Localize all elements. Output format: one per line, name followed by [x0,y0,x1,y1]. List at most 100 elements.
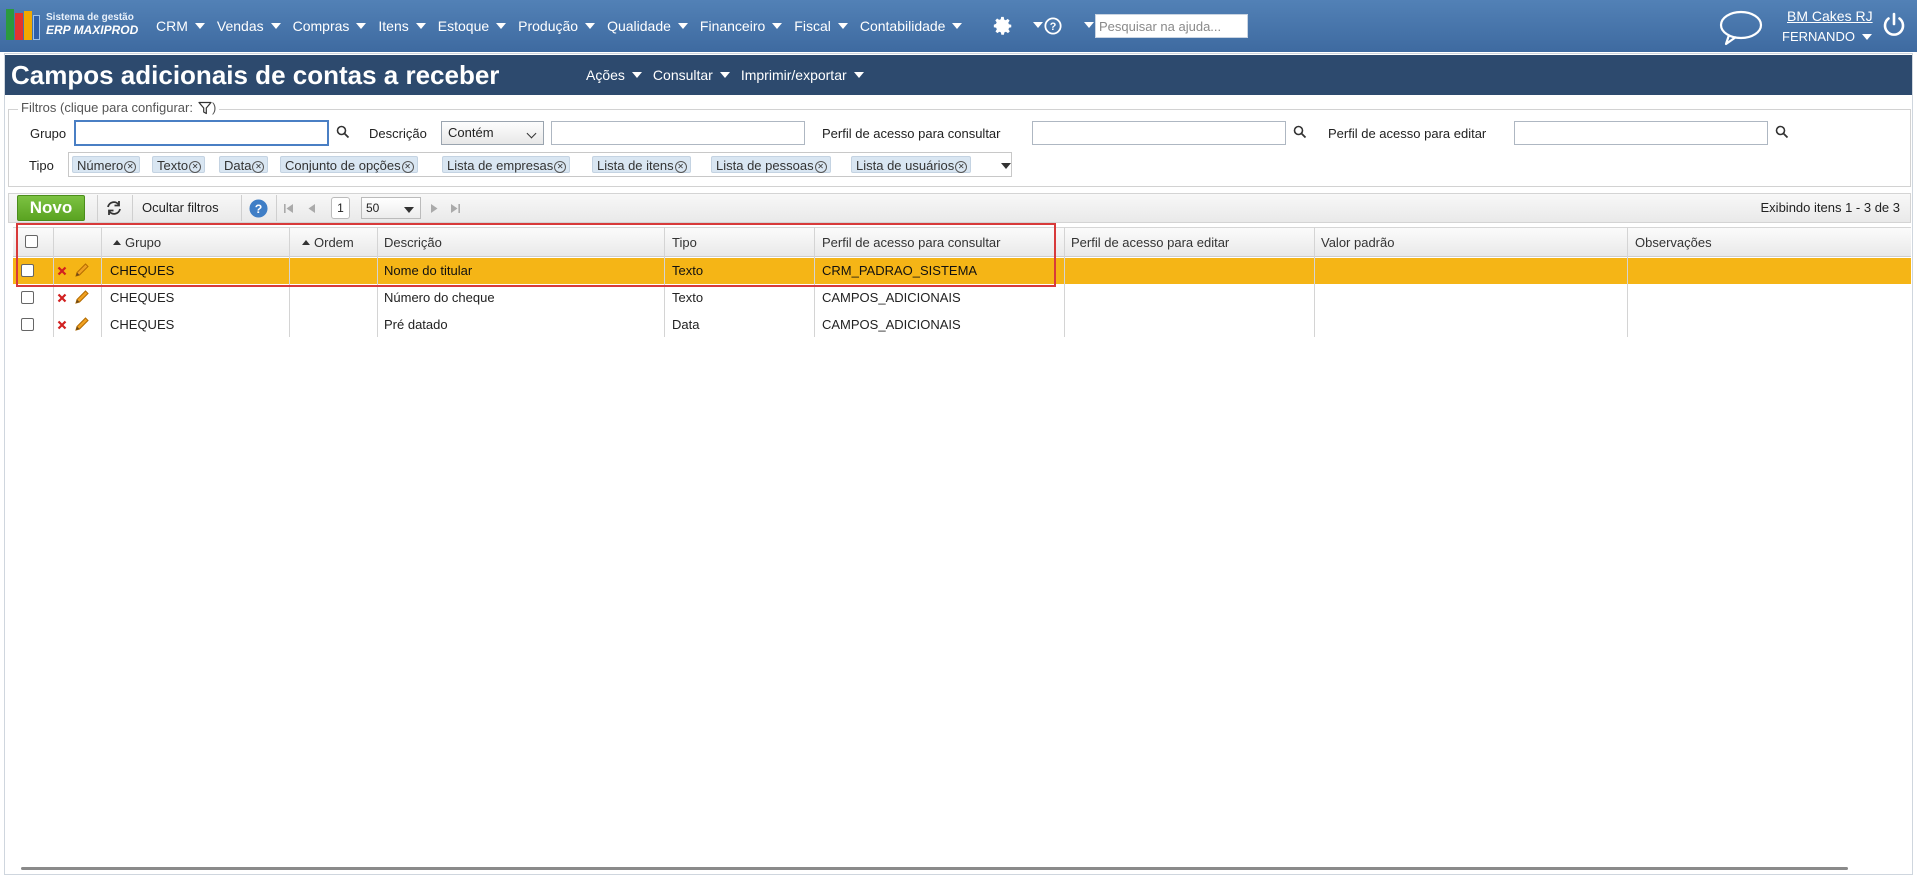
page-title-bar: Campos adicionais de contas a receber Aç… [5,55,1912,95]
page-size-select[interactable]: 50 [361,197,421,219]
new-button[interactable]: Novo [17,195,85,221]
grupo-input[interactable] [74,120,329,146]
column-divider [1064,227,1065,337]
menu-contabilidade[interactable]: Contabilidade [860,18,963,34]
remove-tag-icon[interactable]: ✕ [252,161,265,173]
tipo-dropdown-icon[interactable] [1001,163,1011,169]
tag-lista-pessoas[interactable]: Lista de pessoas ✕ [711,156,831,173]
help-icon[interactable]: ? [249,199,268,218]
tag-data[interactable]: Data ✕ [219,156,269,173]
filters-legend[interactable]: Filtros (clique para configurar: ) [18,100,220,115]
menu-imprimir-exportar[interactable]: Imprimir/exportar [741,67,864,83]
caret-down-icon [585,23,596,29]
descricao-operator-select[interactable]: Contém [441,121,544,145]
tag-label: Lista de usuários [856,158,955,173]
sort-ascending-icon [302,240,310,245]
menu-vendas[interactable]: Vendas [217,18,281,34]
menu-financeiro[interactable]: Financeiro [700,18,783,34]
next-page-icon[interactable] [429,203,440,214]
perfil-editar-input[interactable] [1514,121,1768,145]
horizontal-scrollbar[interactable] [21,867,1848,870]
remove-tag-icon[interactable]: ✕ [674,161,687,173]
logo-text[interactable]: Sistema de gestão ERP MAXIPROD [46,11,138,37]
pencil-icon[interactable] [74,316,90,332]
filters-legend-text: Filtros (clique para configurar: [21,100,193,115]
help-caret-icon[interactable] [1084,22,1094,28]
menu-label: Consultar [652,67,713,83]
descricao-operator-value: Contém [448,125,494,140]
delete-icon[interactable] [57,320,67,330]
remove-tag-icon[interactable]: ✕ [955,161,968,173]
tag-texto[interactable]: Texto ✕ [152,156,206,173]
pencil-icon[interactable] [74,289,90,305]
user-menu[interactable]: FERNANDO [1782,29,1872,44]
cell-perfil-consultar: CAMPOS_ADICIONAIS [822,290,961,305]
question-circle-icon[interactable]: ? [1044,17,1062,35]
remove-tag-icon[interactable]: ✕ [124,161,137,173]
tag-lista-itens[interactable]: Lista de itens ✕ [592,156,691,173]
menu-crm[interactable]: CRM [156,18,205,34]
settings-caret-icon[interactable] [1033,22,1043,28]
hide-filters-button[interactable]: Ocultar filtros [142,200,219,215]
col-tipo[interactable]: Tipo [672,228,697,257]
tag-lista-usuarios[interactable]: Lista de usuários ✕ [851,156,972,173]
remove-tag-icon[interactable]: ✕ [189,161,202,173]
toolbar-divider [276,195,277,221]
col-perfil-editar[interactable]: Perfil de acesso para editar [1071,228,1229,257]
menu-itens[interactable]: Itens [378,18,426,34]
descricao-input[interactable] [551,121,805,145]
col-ordem[interactable]: Ordem [302,228,354,257]
help-search-input[interactable] [1095,14,1248,38]
row-checkbox[interactable] [21,291,34,304]
tag-lista-empresas[interactable]: Lista de empresas ✕ [442,156,571,173]
gear-icon[interactable] [992,15,1014,37]
menu-fiscal[interactable]: Fiscal [794,18,848,34]
menu-acoes[interactable]: Ações [586,67,642,83]
toolbar-divider [97,195,98,221]
first-page-icon[interactable] [283,203,294,214]
delete-icon[interactable] [57,266,67,276]
tag-numero[interactable]: Número ✕ [72,156,141,173]
erp-logo[interactable] [6,9,40,40]
pencil-icon[interactable] [74,262,90,278]
tag-label: Texto [157,158,189,173]
page-actions-menu: Ações Consultar Imprimir/exportar [586,55,875,95]
tag-conjunto-opcoes[interactable]: Conjunto de opções ✕ [280,156,418,173]
row-checkbox[interactable] [21,318,34,331]
col-observacoes[interactable]: Observações [1635,228,1712,257]
refresh-icon[interactable] [105,200,123,216]
delete-icon[interactable] [57,293,67,303]
col-valor-padrao[interactable]: Valor padrão [1321,228,1394,257]
column-divider [814,227,815,337]
search-icon[interactable] [1775,125,1789,139]
chat-bubble-icon[interactable] [1717,8,1765,46]
last-page-icon[interactable] [450,203,461,214]
remove-tag-icon[interactable]: ✕ [814,161,827,173]
col-descricao[interactable]: Descrição [384,228,442,257]
menu-qualidade[interactable]: Qualidade [607,18,688,34]
caret-down-icon [631,72,642,78]
perfil-consultar-input[interactable] [1032,121,1286,145]
remove-tag-icon[interactable]: ✕ [401,161,414,173]
power-icon[interactable] [1880,11,1908,39]
cell-tipo: Data [672,317,700,332]
current-page-input[interactable]: 1 [331,197,350,219]
caret-down-icon [496,23,507,29]
menu-compras[interactable]: Compras [293,18,367,34]
select-all-checkbox[interactable] [25,235,38,248]
company-link[interactable]: BM Cakes RJ [1787,8,1873,24]
funnel-icon[interactable] [198,101,212,115]
previous-page-icon[interactable] [306,203,317,214]
tipo-multiselect[interactable]: Número ✕ Texto ✕ Data ✕ Conjunto de opções ✕… [68,152,1012,177]
row-checkbox[interactable] [21,264,34,277]
search-icon[interactable] [336,125,350,139]
col-grupo[interactable]: Grupo [113,228,161,257]
remove-tag-icon[interactable]: ✕ [554,161,567,173]
column-divider [1627,227,1628,337]
col-perfil-consultar[interactable]: Perfil de acesso para consultar [822,228,1000,257]
menu-consultar[interactable]: Consultar [653,67,730,83]
menu-estoque[interactable]: Estoque [438,18,507,34]
menu-label: Imprimir/exportar [740,67,847,83]
menu-producao[interactable]: Produção [518,18,596,34]
search-icon[interactable] [1293,125,1307,139]
